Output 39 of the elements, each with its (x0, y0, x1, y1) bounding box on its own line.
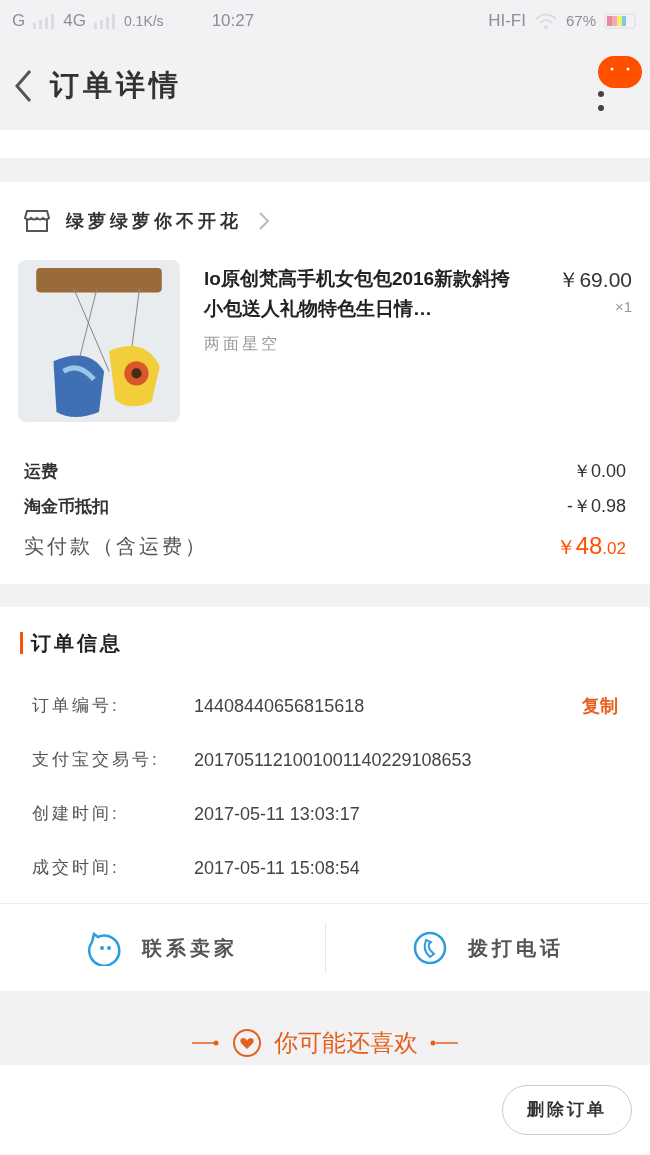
info-label: 支付宝交易号: (32, 749, 161, 772)
product-variant: 两面星空 (204, 334, 281, 354)
speed-label: 0.1K/s (123, 11, 164, 31)
product-price: ￥69.00 (558, 267, 632, 293)
chevron-right-icon (258, 211, 270, 231)
info-label: 创建时间: (32, 803, 121, 826)
recommend-title: 你可能还喜欢 (274, 1028, 418, 1058)
page-title: 订单详情 (50, 68, 182, 104)
info-label: 成交时间: (32, 857, 121, 880)
phone-icon (411, 929, 448, 966)
battery-icon (604, 13, 638, 29)
summary-label: 运费 (24, 460, 58, 483)
info-label: 订单编号: (32, 695, 121, 718)
carrier-label: G (12, 10, 26, 33)
info-value: 2017051121001001140229108653 (194, 748, 473, 772)
dot-line-icon (192, 1040, 220, 1046)
section-title: 订单信息 (31, 631, 123, 656)
contact-action-button[interactable]: 联系卖家 (0, 904, 325, 991)
battery-label: 67% (565, 10, 596, 31)
total-label: 实付款（含运费） (24, 534, 208, 559)
summary-value: -￥0.98 (566, 495, 626, 518)
mascot-icon (598, 56, 642, 88)
info-value: 2017-05-11 13:03:17 (194, 802, 361, 826)
audio-label: HI-FI (488, 10, 526, 33)
dot-line-icon (430, 1040, 458, 1046)
info-value: 14408440656815618 (194, 694, 366, 718)
time-label: 10:27 (211, 10, 255, 33)
shop-icon (24, 209, 50, 233)
delete-order-button[interactable]: 删除订单 (502, 1085, 632, 1135)
product-quantity: ×1 (614, 296, 632, 317)
product-title[interactable]: lo原创梵高手机女包包2016新款斜挎小包送人礼物特色生日情… (204, 264, 528, 324)
summary-label: 淘金币抵扣 (24, 495, 109, 518)
info-value: 2017-05-11 15:08:54 (194, 856, 361, 880)
summary-value: ￥0.00 (572, 460, 626, 483)
total-value: ￥48.02 (555, 531, 626, 561)
contact-action-button[interactable]: 拨打电话 (325, 904, 650, 991)
shop-link[interactable]: 绿萝绿萝你不开花 (66, 207, 242, 235)
chat-bubble-icon (86, 929, 123, 966)
network-label: 4G (63, 10, 86, 33)
